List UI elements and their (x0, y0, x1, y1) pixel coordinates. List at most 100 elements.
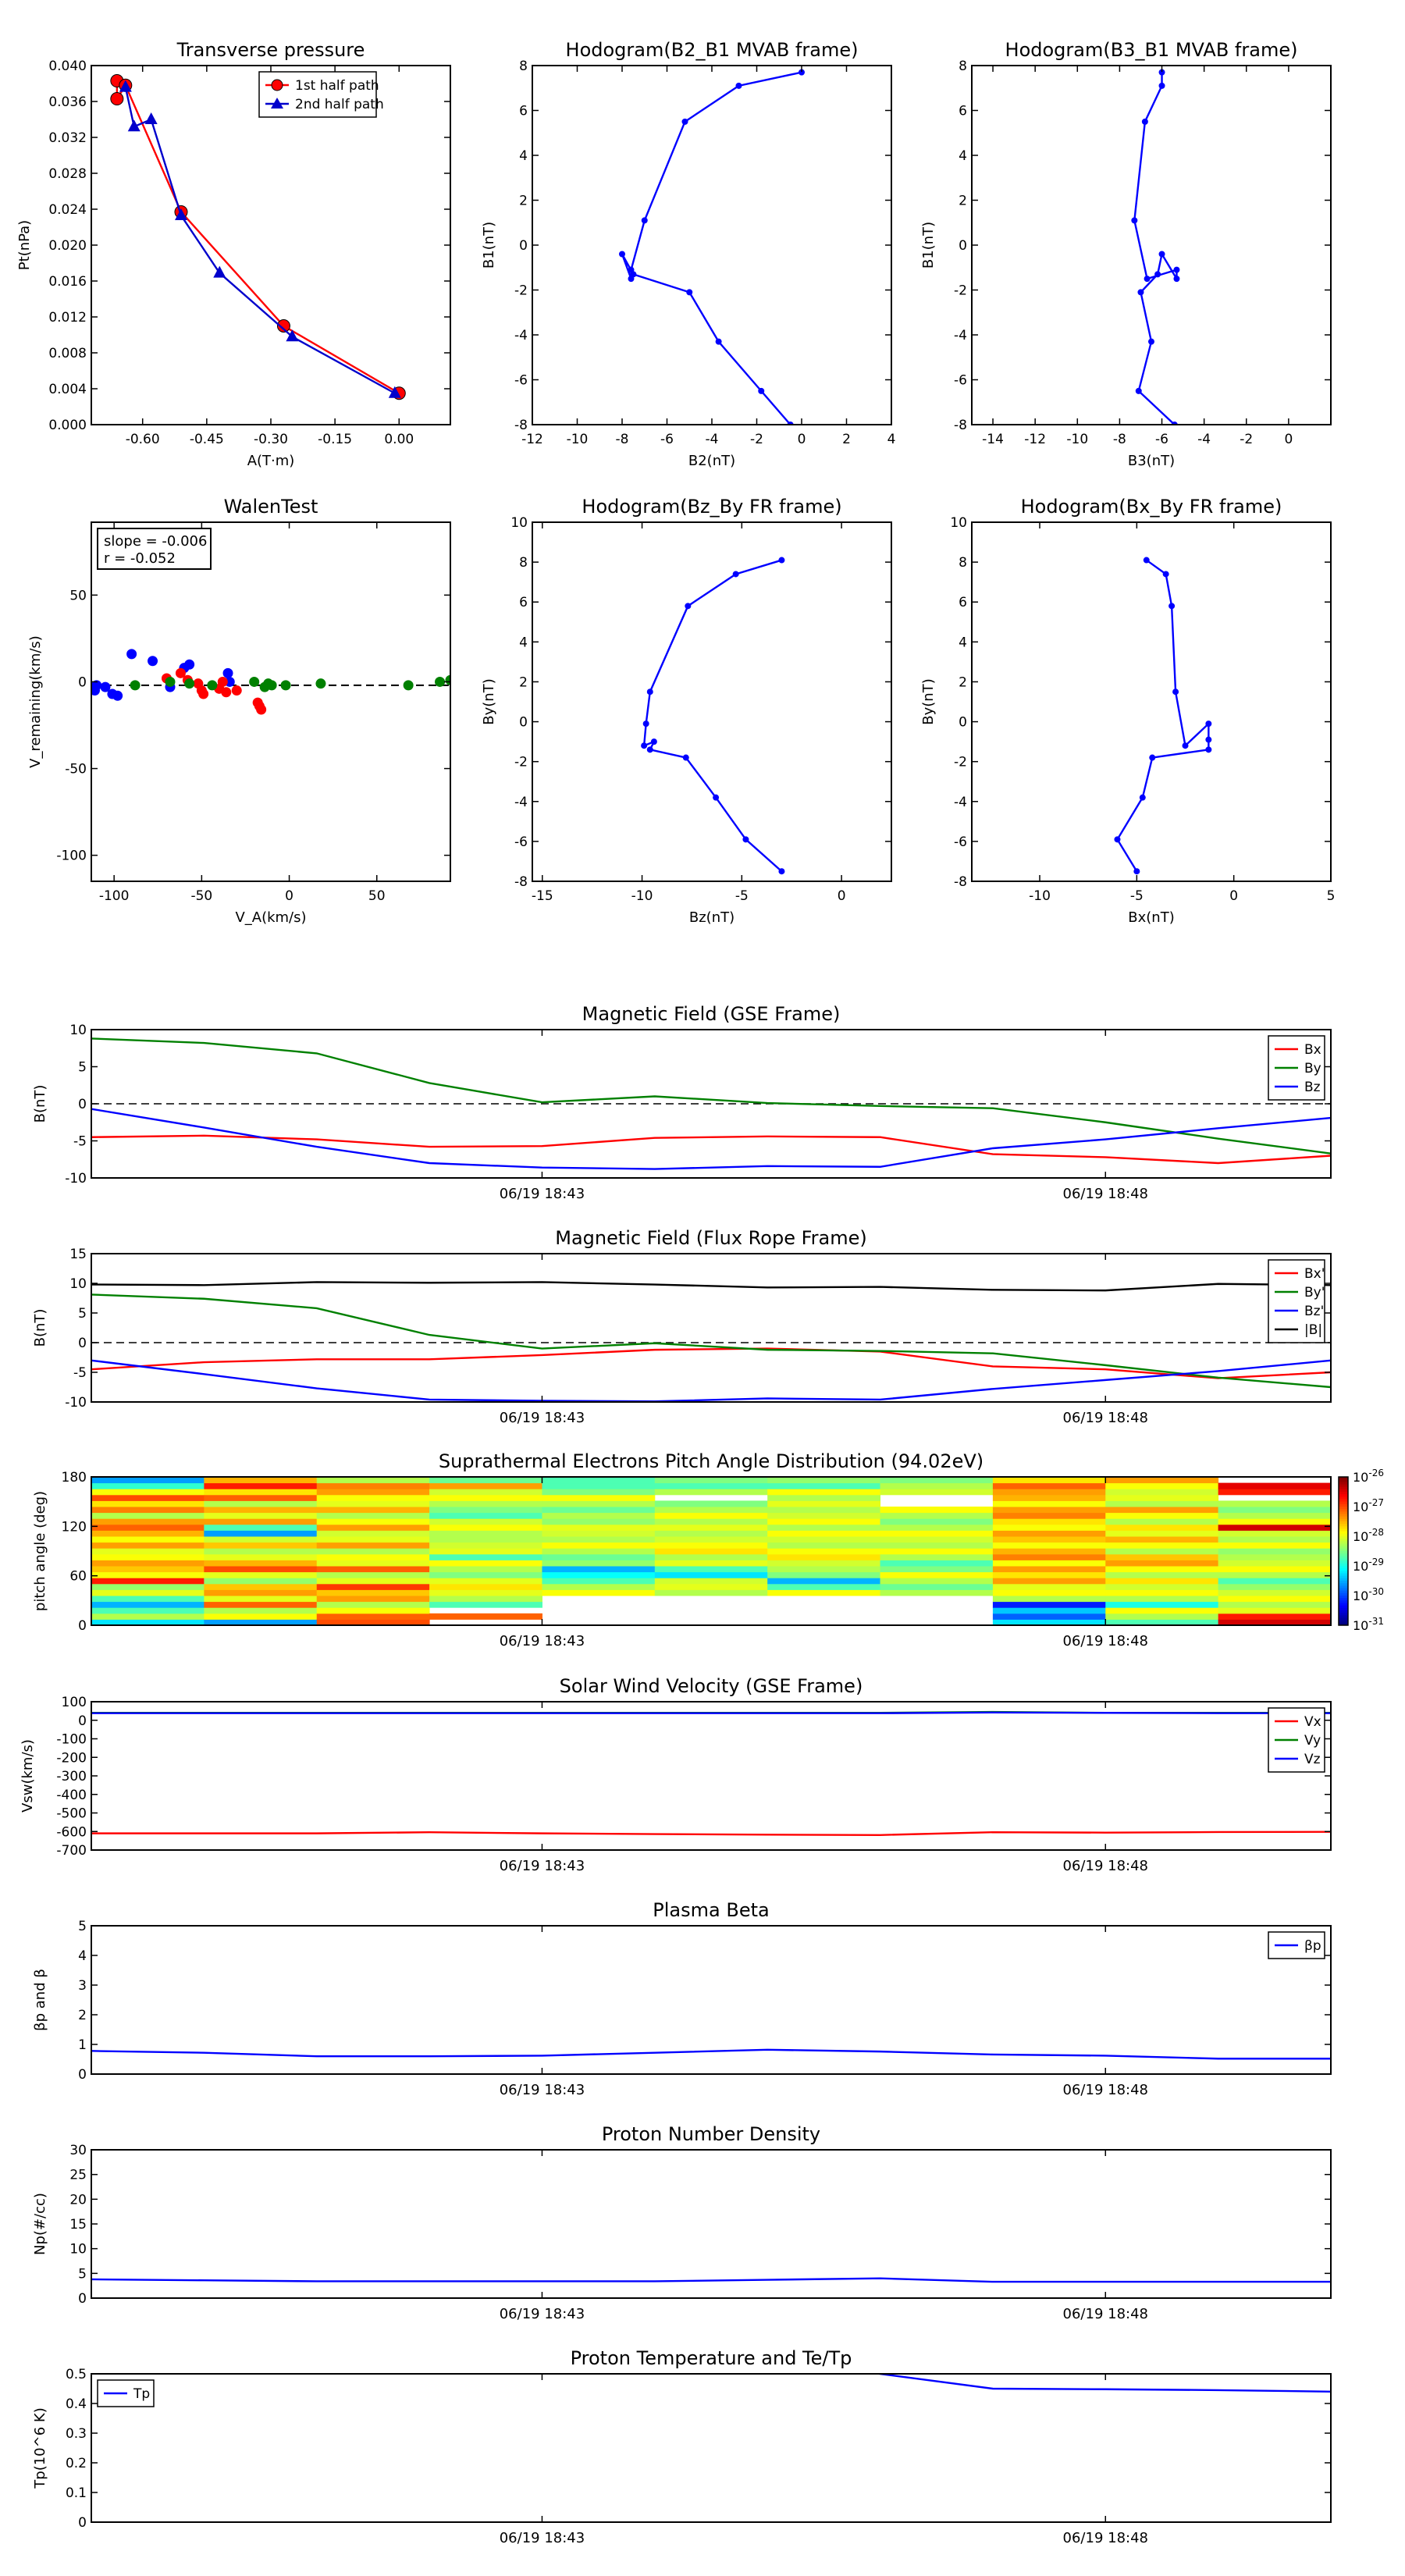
hodogram-line (1116, 559, 1210, 872)
y-tick-label: 5 (78, 1919, 87, 1934)
x-tick-label: -10 (631, 888, 653, 904)
y-axis-label: By(nT) (481, 678, 497, 724)
hodogram-line (621, 71, 802, 425)
colorbar-step (1339, 1592, 1348, 1596)
data-point (681, 118, 688, 125)
chart-tpr: 06/19 18:43 06/19 18:48 0 0.1 0.2 0.3 0.4 0.5 Pr… (32, 2347, 1332, 2546)
heatmap-cell (316, 1500, 430, 1507)
y-tick-label: 2 (959, 674, 967, 690)
heatmap-cell (542, 1583, 656, 1590)
x-tick-label: 06/19 18:48 (1063, 1186, 1148, 1202)
heatmap-cell (992, 1512, 1106, 1519)
colorbar-step (1339, 1568, 1348, 1571)
heatmap-cell (1105, 1553, 1219, 1560)
x-tick-label: -12 (1024, 432, 1046, 447)
heatmap-cell (654, 1489, 768, 1496)
axes-frame (91, 65, 451, 425)
y-tick-label: -6 (514, 834, 528, 850)
colorbar-step (1339, 1605, 1348, 1609)
heatmap-cell (992, 1596, 1106, 1603)
plot-area (1114, 557, 1212, 875)
data-point (256, 704, 267, 715)
data-point (650, 738, 657, 745)
heatmap-cell (880, 1542, 994, 1549)
y-tick-label: 15 (69, 2217, 87, 2233)
chart-title: Hodogram(Bx_By FR frame) (1021, 496, 1282, 518)
axes-frame (971, 65, 1332, 425)
heatmap-cell (654, 1518, 768, 1525)
heatmap-cell (767, 1512, 881, 1519)
colorbar-step (1339, 1499, 1348, 1503)
heatmap-cell (316, 1613, 430, 1620)
series-line (91, 1831, 1331, 1836)
data-point (100, 681, 111, 692)
x-tick-label: 06/19 18:48 (1063, 2306, 1148, 2322)
heatmap-cell (1218, 1596, 1331, 1603)
heatmap-cell (654, 1512, 768, 1519)
heatmap-cell (1105, 1512, 1219, 1519)
heatmap-cell (1105, 1613, 1219, 1620)
y-axis-label: Pt(nPa) (16, 220, 33, 270)
data-point (1158, 82, 1165, 89)
heatmap-cell (91, 1489, 205, 1496)
y-tick-label: -4 (514, 795, 528, 810)
y-axis-label: Np(#/cc) (32, 2193, 48, 2255)
chart-title: Hodogram(B3_B1 MVAB frame) (1005, 39, 1298, 61)
colorbar-step (1339, 1507, 1348, 1510)
y-tick-label: -100 (56, 1732, 87, 1748)
plot-area (91, 649, 450, 715)
y-tick-label: 0.036 (48, 94, 87, 110)
y-tick-label: 0 (78, 1336, 87, 1351)
plot-area (1131, 69, 1180, 425)
heatmap-cell (880, 1482, 994, 1489)
heatmap-cell (91, 1578, 205, 1585)
data-point (715, 338, 722, 345)
x-tick-label: -50 (190, 888, 212, 904)
chart-walen: -100 -50 0 50 -100 -50 0 50 WalenTest V_A(km/s) V_… (27, 496, 451, 926)
x-tick-label: 06/19 18:43 (500, 1410, 585, 1426)
y-tick-label: -6 (954, 373, 967, 389)
heatmap-cell (316, 1583, 430, 1590)
heatmap-cell (429, 1494, 542, 1501)
series-line (91, 2277, 1331, 2283)
legend-label: βp (1304, 1938, 1321, 1954)
heatmap-cell (316, 1530, 430, 1537)
y-tick-label: 0.3 (66, 2426, 87, 2442)
legend-label: Bx (1304, 1042, 1321, 1058)
heatmap-cell (992, 1530, 1106, 1537)
x-tick-label: -6 (1155, 432, 1168, 447)
heatmap-cell (1105, 1477, 1219, 1484)
data-point (249, 676, 260, 687)
heatmap-cell (91, 1601, 205, 1608)
heatmap-cell (654, 1477, 768, 1484)
y-tick-label: 4 (959, 635, 967, 650)
y-tick-label: 2 (519, 674, 528, 690)
x-tick-label: -0.45 (190, 432, 224, 447)
y-tick-label: 180 (62, 1470, 87, 1485)
y-tick-label: 2 (78, 2008, 87, 2023)
y-tick-label: 6 (519, 104, 528, 119)
heatmap-cell (1218, 1560, 1331, 1567)
y-tick-label: 5 (78, 1060, 87, 1076)
x-tick-label: 0 (838, 888, 846, 904)
y-tick-label: 10 (69, 1276, 87, 1292)
y-tick-label: 6 (959, 595, 967, 610)
colorbar-step (1339, 1551, 1348, 1554)
y-tick-label: 6 (959, 104, 967, 119)
chart-h4: -10 -5 0 5 -8 -6 -4 -2 0 2 4 6 8 10 Hodogram(Bx_By FR … (920, 496, 1335, 926)
heatmap-cell (429, 1596, 542, 1603)
heatmap-cell (204, 1530, 318, 1537)
heatmap-cell (542, 1548, 656, 1555)
data-point (686, 289, 693, 296)
colorbar-step (1339, 1514, 1348, 1517)
colorbar-step (1339, 1496, 1348, 1500)
colorbar-step (1339, 1596, 1348, 1599)
x-tick-label: 06/19 18:48 (1063, 1633, 1148, 1649)
stats-box: slope = -0.006r = -0.052 (97, 528, 212, 570)
heatmap-cell (429, 1477, 542, 1484)
legend: βp (1268, 1931, 1325, 1959)
plot-area (91, 1477, 1331, 1625)
axes-frame (532, 521, 892, 882)
y-tick-label: 10 (510, 515, 528, 531)
heatmap-cell (204, 1596, 318, 1603)
